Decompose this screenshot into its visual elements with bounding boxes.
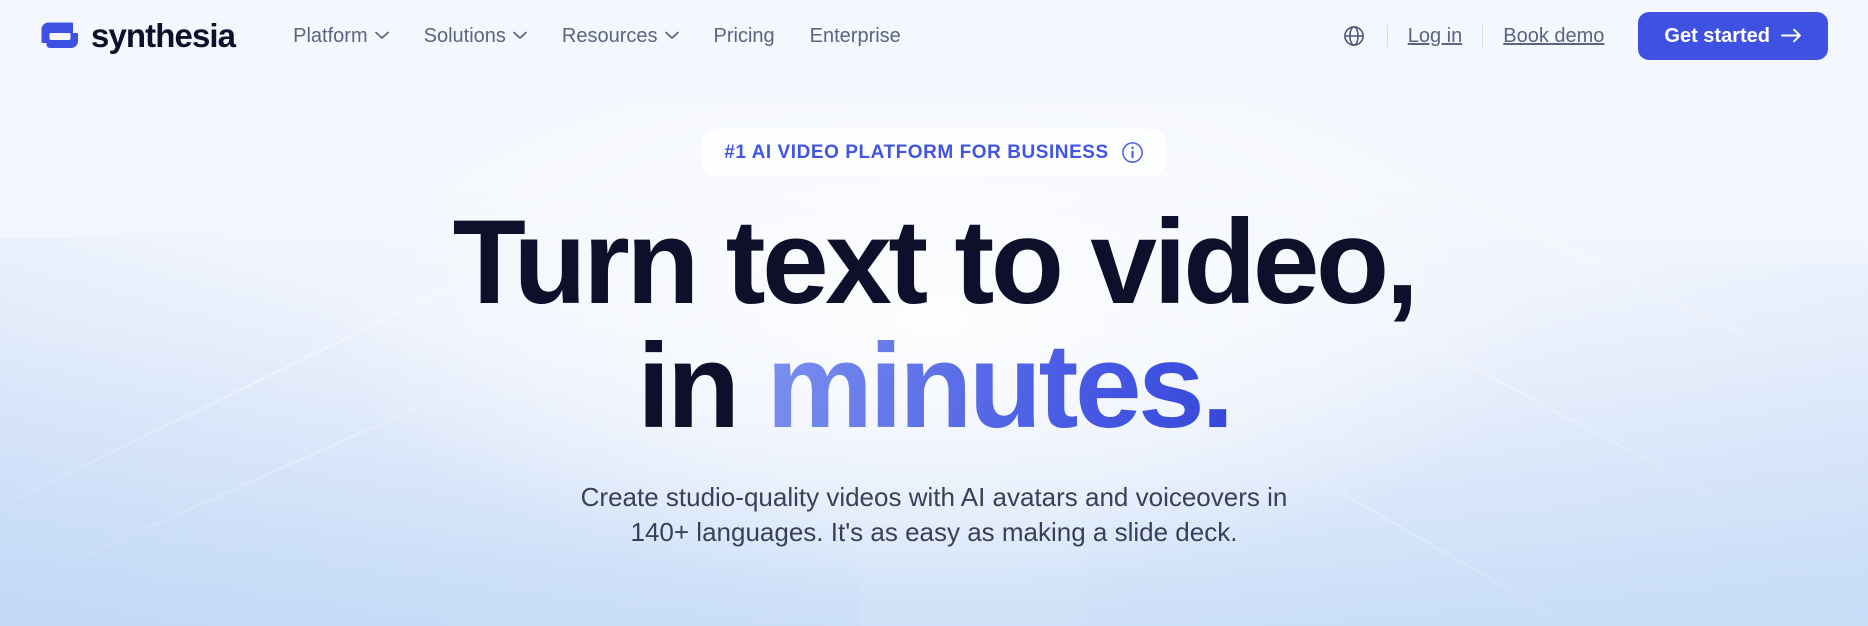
page-title: Turn text to video, in minutes. xyxy=(453,200,1419,449)
brand-logo-link[interactable]: synthesia xyxy=(39,17,236,54)
arrow-right-icon xyxy=(1781,28,1802,43)
header-divider xyxy=(1386,24,1388,47)
login-link[interactable]: Log in xyxy=(1402,20,1469,52)
chevron-down-icon xyxy=(374,31,389,40)
header-divider xyxy=(1482,24,1484,47)
hero-title-prefix: in xyxy=(637,318,767,453)
get-started-button[interactable]: Get started xyxy=(1638,11,1828,60)
hero-badge-label: #1 AI VIDEO PLATFORM FOR BUSINESS xyxy=(724,142,1109,163)
nav-item-resources[interactable]: Resources xyxy=(546,18,695,54)
nav-item-platform[interactable]: Platform xyxy=(277,18,404,54)
nav-item-label: Resources xyxy=(561,24,658,47)
chevron-down-icon xyxy=(513,31,527,40)
hero-title-line-1: Turn text to video, xyxy=(452,195,1419,329)
nav-item-label: Enterprise xyxy=(809,24,901,47)
nav-item-enterprise[interactable]: Enterprise xyxy=(794,18,917,54)
primary-navigation: Platform Solutions Resources Pricing Ent… xyxy=(277,18,917,54)
site-header: synthesia Platform Solutions Resources P… xyxy=(0,0,1868,71)
hero-subtitle: Create studio-quality videos with AI ava… xyxy=(581,480,1288,550)
header-actions: Log in Book demo Get started xyxy=(1335,11,1828,60)
hero-title-line-2: in minutes. xyxy=(453,324,1416,449)
nav-item-label: Platform xyxy=(293,24,368,47)
nav-item-solutions[interactable]: Solutions xyxy=(408,18,543,54)
get-started-label: Get started xyxy=(1664,24,1770,47)
book-demo-link[interactable]: Book demo xyxy=(1497,20,1610,52)
globe-icon[interactable] xyxy=(1335,17,1373,55)
brand-name: synthesia xyxy=(91,17,236,54)
synthesia-speech-bubble-logo-icon xyxy=(39,20,80,51)
nav-item-label: Solutions xyxy=(423,24,506,47)
hero-title-accent: minutes. xyxy=(766,318,1234,453)
chevron-down-icon xyxy=(664,31,679,40)
hero-section: #1 AI VIDEO PLATFORM FOR BUSINESS Turn t… xyxy=(0,71,1868,550)
hero-subtitle-line-1: Create studio-quality videos with AI ava… xyxy=(580,482,1288,513)
nav-item-label: Pricing xyxy=(713,24,775,47)
hero-badge[interactable]: #1 AI VIDEO PLATFORM FOR BUSINESS xyxy=(702,129,1166,176)
nav-item-pricing[interactable]: Pricing xyxy=(698,18,791,54)
hero-subtitle-line-2: 140+ languages. It's as easy as making a… xyxy=(630,517,1238,548)
info-circle-icon[interactable] xyxy=(1121,141,1144,164)
